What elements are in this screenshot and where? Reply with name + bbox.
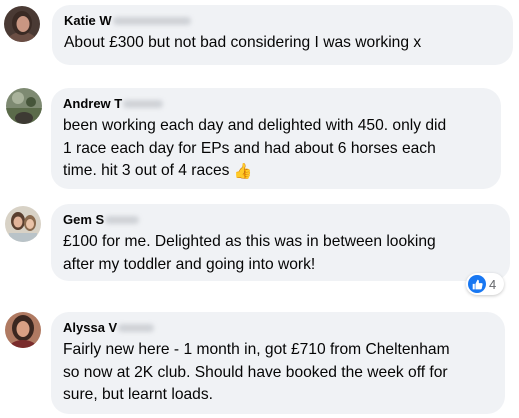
redacted-surname bbox=[118, 324, 155, 332]
comment: Gem S £100 for me. Delighted as this was… bbox=[0, 198, 519, 295]
comment-bubble: Andrew T been working each day and delig… bbox=[51, 88, 501, 189]
comment-text: been working each day and delighted with… bbox=[63, 117, 447, 180]
comment-bubble: Alyssa V Fairly new here - 1 month in, g… bbox=[51, 312, 505, 414]
comment: Katie W About £300 but not bad consideri… bbox=[0, 0, 519, 70]
comment-author[interactable]: Andrew T bbox=[63, 96, 489, 112]
avatar[interactable] bbox=[5, 206, 41, 242]
reaction-summary[interactable]: 4 bbox=[466, 273, 504, 295]
avatar[interactable] bbox=[5, 312, 41, 348]
comment-author[interactable]: Katie W bbox=[64, 13, 501, 29]
avatar[interactable] bbox=[4, 6, 40, 42]
comment-author[interactable]: Alyssa V bbox=[63, 320, 493, 336]
redacted-surname bbox=[105, 216, 140, 224]
comment-text: £100 for me. Delighted as this was in be… bbox=[63, 233, 436, 273]
like-icon bbox=[468, 275, 486, 293]
comment-text: Fairly new here - 1 month in, got £710 f… bbox=[63, 341, 450, 403]
comment-text: About £300 but not bad considering I was… bbox=[64, 34, 422, 51]
comment-author[interactable]: Gem S bbox=[63, 212, 498, 228]
comment-bubble: Katie W About £300 but not bad consideri… bbox=[52, 5, 513, 65]
redacted-surname bbox=[123, 100, 164, 108]
comment: Alyssa V Fairly new here - 1 month in, g… bbox=[0, 306, 519, 418]
redacted-surname bbox=[112, 17, 191, 25]
thumbs-up-emoji: 👍 bbox=[233, 163, 253, 180]
comment-bubble: Gem S £100 for me. Delighted as this was… bbox=[51, 204, 510, 281]
reaction-count: 4 bbox=[489, 276, 497, 292]
comment: Andrew T been working each day and delig… bbox=[0, 80, 519, 192]
avatar[interactable] bbox=[6, 88, 42, 124]
